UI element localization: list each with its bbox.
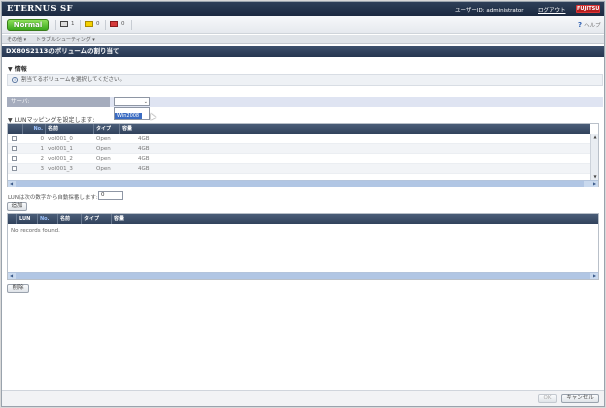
delete-button[interactable]: 削除: [7, 284, 29, 293]
help-link[interactable]: ? ヘルプ: [578, 21, 601, 29]
col-size[interactable]: 容量: [120, 124, 160, 134]
row-name: vol001_1: [48, 146, 73, 152]
chevron-down-icon: ⌄: [143, 99, 148, 105]
row-type: Open: [96, 166, 111, 172]
ok-button[interactable]: OK: [538, 394, 557, 403]
row-name: vol001_2: [48, 156, 73, 162]
info-message-box: i 割当てるボリュームを選択してください。: [7, 74, 603, 86]
server-row: サーバ: ⌄: [7, 97, 603, 107]
scroll-left-icon[interactable]: ◀: [8, 181, 15, 187]
row-checkbox[interactable]: [12, 166, 17, 171]
maintenance-status[interactable]: 0: [110, 21, 125, 27]
lun-start-input[interactable]: 0: [98, 191, 123, 200]
row-name: vol001_0: [48, 136, 73, 142]
scroll-up-icon[interactable]: ▲: [592, 134, 598, 140]
help-label: ヘルプ: [584, 23, 601, 29]
col-type[interactable]: タイプ: [94, 124, 120, 134]
horizontal-scroll-thumb[interactable]: [16, 273, 590, 279]
table-row[interactable]: 2 vol001_2 Open 4GB: [8, 154, 590, 164]
separator: [131, 20, 132, 30]
menu-other[interactable]: その他 ▾: [7, 36, 26, 43]
app-window: ETERNUS SF ユーザーID: administrator ログアウト F…: [1, 1, 605, 407]
col-no[interactable]: No.: [23, 124, 46, 134]
status-bar: Normal 1 0 0 ? ヘルプ: [2, 16, 604, 34]
add-button[interactable]: 追加: [7, 202, 27, 211]
scroll-left-icon[interactable]: ◀: [8, 273, 15, 279]
row-checkbox[interactable]: [12, 136, 17, 141]
error-count: 1: [71, 21, 75, 27]
col-name[interactable]: 名前: [58, 214, 82, 224]
row-type: Open: [96, 156, 111, 162]
footer-bar: OK キャンセル: [2, 390, 604, 406]
info-heading[interactable]: ▼ 情報: [8, 64, 27, 73]
vertical-scrollbar[interactable]: ▲ ▼: [590, 134, 598, 180]
horizontal-scrollbar[interactable]: ◀ ▶: [8, 272, 598, 279]
row-no: 1: [40, 146, 45, 152]
row-size: 4GB: [138, 156, 150, 162]
app-logo: ETERNUS SF: [7, 4, 73, 14]
maintenance-icon: [110, 21, 118, 27]
warning-icon: [85, 21, 93, 27]
col-size[interactable]: 容量: [112, 214, 142, 224]
warning-count: 0: [96, 21, 100, 27]
col-no[interactable]: No.: [38, 214, 58, 224]
mouse-cursor-icon: [148, 112, 156, 120]
col-name[interactable]: 名前: [46, 124, 94, 134]
separator: [80, 20, 81, 30]
table-row[interactable]: 0 vol001_0 Open 4GB: [8, 134, 590, 144]
info-message: 割当てるボリュームを選択してください。: [21, 77, 126, 83]
dropdown-option-win2008[interactable]: Win2008: [115, 113, 142, 119]
table-row[interactable]: 3 vol001_3 Open 4GB: [8, 164, 590, 174]
scroll-right-icon[interactable]: ▶: [591, 273, 598, 279]
row-name: vol001_3: [48, 166, 73, 172]
row-no: 0: [40, 136, 45, 142]
server-select[interactable]: ⌄: [114, 97, 150, 106]
col-lun[interactable]: LUN: [17, 214, 38, 224]
col-type[interactable]: タイプ: [82, 214, 112, 224]
assigned-table-header: LUN No. 名前 タイプ 容量: [8, 214, 598, 224]
row-size: 4GB: [138, 146, 150, 152]
error-icon: [60, 21, 68, 27]
fujitsu-logo: FUJITSU: [576, 5, 600, 13]
table-row[interactable]: 1 vol001_1 Open 4GB: [8, 144, 590, 154]
row-size: 4GB: [138, 166, 150, 172]
top-bar: ETERNUS SF ユーザーID: administrator ログアウト F…: [2, 2, 604, 16]
info-icon: i: [12, 77, 18, 83]
help-icon: ?: [578, 21, 583, 29]
volume-table-header: No. 名前 タイプ 容量: [8, 124, 590, 134]
row-checkbox[interactable]: [12, 146, 17, 151]
scroll-right-icon[interactable]: ▶: [591, 181, 598, 187]
row-type: Open: [96, 136, 111, 142]
row-no: 2: [40, 156, 45, 162]
user-id-label: ユーザーID: administrator: [455, 8, 524, 14]
assigned-table: LUN No. 名前 タイプ 容量 No records found. ◀ ▶: [7, 213, 599, 280]
row-type: Open: [96, 146, 111, 152]
select-all-header[interactable]: [8, 124, 23, 134]
error-status[interactable]: 1: [60, 21, 75, 27]
logout-link[interactable]: ログアウト: [538, 6, 566, 14]
separator: [55, 20, 56, 30]
server-dropdown-list: Win2008: [114, 107, 150, 120]
row-size: 4GB: [138, 136, 150, 142]
menu-troubleshooting[interactable]: トラブルシューティング ▾: [36, 36, 95, 43]
volume-table: No. 名前 タイプ 容量 0 vol001_0 Open 4GB 1 vol0…: [7, 123, 599, 187]
lun-start-label: LUNは次の数字から自動採番します:: [8, 195, 98, 201]
system-status-button[interactable]: Normal: [7, 19, 49, 31]
server-label: サーバ:: [7, 97, 110, 107]
cancel-button[interactable]: キャンセル: [561, 394, 599, 403]
row-checkbox[interactable]: [12, 156, 17, 161]
menu-bar: その他 ▾ トラブルシューティング ▾: [2, 35, 604, 44]
separator: [105, 20, 106, 30]
horizontal-scroll-thumb[interactable]: [16, 181, 584, 187]
page-title: DX80S2113のボリュームの割り当て: [2, 46, 604, 57]
horizontal-scrollbar[interactable]: ◀ ▶: [8, 180, 598, 187]
row-no: 3: [40, 166, 45, 172]
select-all-header[interactable]: [8, 214, 17, 224]
maintenance-count: 0: [121, 21, 125, 27]
empty-message: No records found.: [11, 228, 60, 234]
warning-status[interactable]: 0: [85, 21, 100, 27]
